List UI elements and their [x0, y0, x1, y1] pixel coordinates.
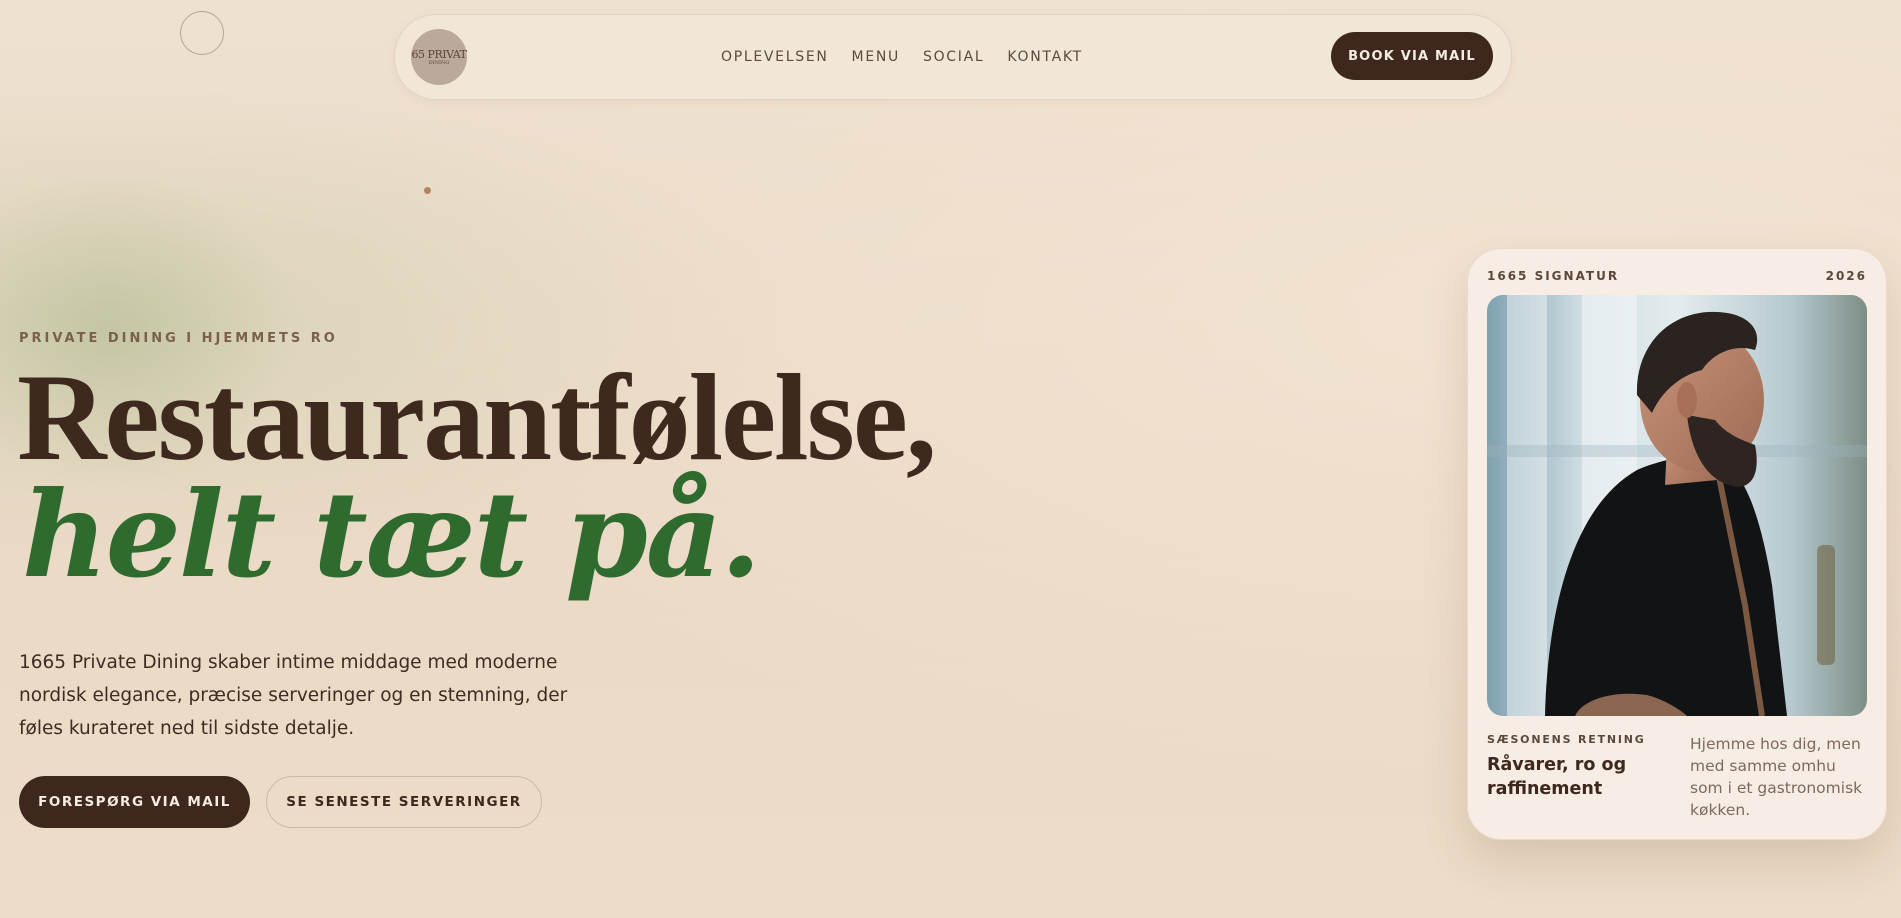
headline-line-2: helt tæt på.: [22, 465, 761, 604]
season-title: Råvarer, ro og raffinement: [1487, 755, 1627, 799]
hero-lead-text: 1665 Private Dining skaber intime middag…: [19, 652, 568, 739]
navigation-bar: 65 PRIVAT DINING OPLEVELSEN MENU SOCIAL …: [394, 14, 1512, 100]
book-via-mail-button[interactable]: BOOK VIA MAIL: [1331, 32, 1493, 80]
latest-servings-button[interactable]: SE SENESTE SERVERINGER: [266, 776, 542, 828]
nav-links: OPLEVELSEN MENU SOCIAL KONTAKT: [721, 49, 1083, 65]
logo-mark-text: 65 PRIVAT: [411, 47, 467, 61]
season-description: Hjemme hos dig, men med samme omhu som i…: [1690, 735, 1863, 819]
card-label: 1665 SIGNATUR: [1487, 269, 1620, 283]
nav-link-menu[interactable]: MENU: [852, 49, 900, 65]
card-year: 2026: [1825, 269, 1867, 283]
chef-photo: [1487, 295, 1867, 716]
card-footer-left: SÆSONENS RETNING Råvarer, ro og raffinem…: [1487, 733, 1667, 801]
nav-link-social[interactable]: SOCIAL: [923, 49, 984, 65]
logo-sub-text: DINING: [428, 59, 450, 66]
signature-card: 1665 SIGNATUR 2026 SÆSONENS RETNING Råva…: [1467, 248, 1887, 840]
nav-link-kontakt[interactable]: KONTAKT: [1007, 49, 1083, 65]
request-via-mail-button[interactable]: FORESPØRG VIA MAIL: [19, 776, 250, 828]
season-eyebrow: SÆSONENS RETNING: [1487, 733, 1646, 746]
decorative-circle: [180, 11, 224, 55]
card-header: 1665 SIGNATUR 2026: [1487, 269, 1867, 283]
decorative-dot: [424, 187, 431, 194]
brand-logo[interactable]: 65 PRIVAT DINING: [411, 29, 467, 85]
hero-eyebrow: PRIVATE DINING I HJEMMETS RO: [19, 331, 338, 346]
headline-line-1: Restaurantfølelse,: [17, 349, 937, 486]
nav-link-oplevelsen[interactable]: OPLEVELSEN: [721, 49, 829, 65]
